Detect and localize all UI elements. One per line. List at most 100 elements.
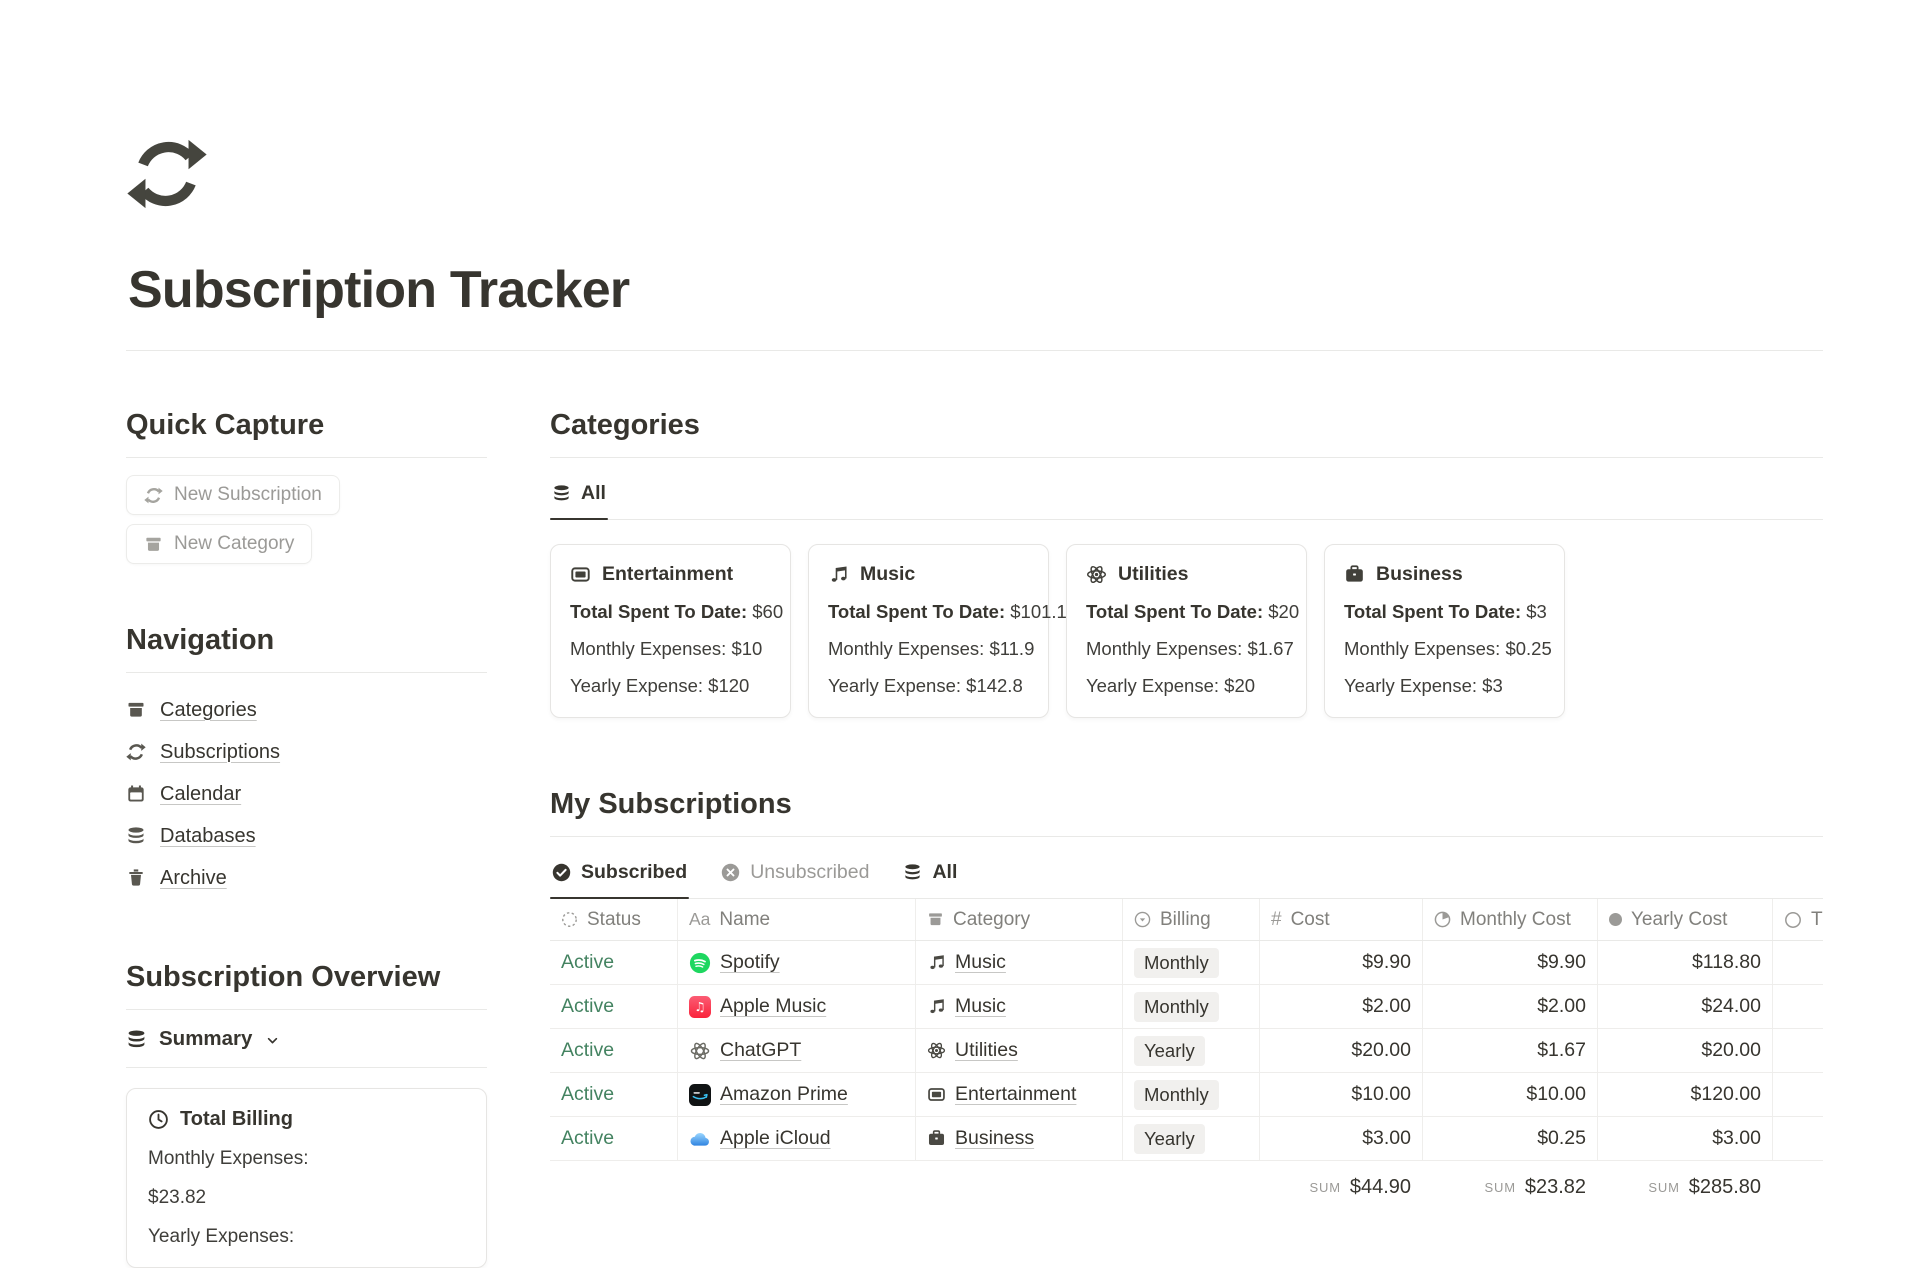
subscription-link[interactable]: ChatGPT — [720, 1039, 801, 1062]
category-link[interactable]: Entertainment — [955, 1083, 1076, 1106]
title-divider — [126, 350, 1823, 351]
trash-icon — [126, 868, 146, 888]
monthly-expenses-line: Monthly Expenses: $10 — [570, 638, 771, 660]
sidebar-item-archive[interactable]: Archive — [126, 857, 487, 899]
category-name: Entertainment — [602, 563, 733, 586]
column-header-monthly-cost[interactable]: Monthly Cost — [1422, 899, 1597, 940]
subscription-overview-title: Subscription Overview — [126, 961, 487, 1010]
subscription-link[interactable]: Amazon Prime — [720, 1083, 848, 1106]
column-header-name[interactable]: Aa Name — [677, 899, 915, 940]
yearly-cost-cell: $118.80 — [1597, 941, 1772, 984]
column-header-status[interactable]: Status — [550, 899, 677, 940]
total-billing-title: Total Billing — [180, 1108, 293, 1131]
sidebar-item-categories[interactable]: Categories — [126, 689, 487, 731]
refresh-icon — [126, 742, 146, 762]
tab-subscribed[interactable]: Subscribed — [550, 849, 689, 898]
truncated-cell — [1772, 1029, 1823, 1072]
briefcase-icon — [1344, 564, 1365, 585]
cost-cell: $10.00 — [1259, 1073, 1422, 1116]
tab-unsubscribed[interactable]: Unsubscribed — [719, 849, 871, 898]
cost-sum: SUM $44.90 — [1259, 1161, 1422, 1213]
status-badge: Active — [561, 951, 614, 974]
monthly-cost-cell: $10.00 — [1422, 1073, 1597, 1116]
check-circle-icon — [552, 863, 571, 882]
category-cell[interactable]: Business — [915, 1117, 1122, 1160]
left-sidebar: Quick Capture New Subscription New Categ… — [126, 409, 487, 1268]
chatgpt-icon — [689, 1040, 711, 1062]
navigation-list: Categories Subscriptions Calendar Databa… — [126, 689, 487, 899]
category-card-music[interactable]: Music Total Spent To Date: $101.1 Monthl… — [808, 544, 1049, 718]
yearly-cost-cell: $120.00 — [1597, 1073, 1772, 1116]
billing-tag[interactable]: Monthly — [1134, 948, 1219, 978]
text-type-icon: Aa — [689, 909, 710, 930]
subscription-link[interactable]: Spotify — [720, 951, 780, 974]
category-link[interactable]: Music — [955, 995, 1006, 1018]
database-icon — [126, 1029, 147, 1050]
billing-tag[interactable]: Yearly — [1134, 1036, 1205, 1066]
subscription-link[interactable]: Apple iCloud — [720, 1127, 831, 1150]
tab-all-categories[interactable]: All — [550, 470, 608, 519]
atom-icon — [927, 1041, 946, 1060]
nav-link-label: Archive — [160, 867, 227, 890]
column-header-yearly-cost[interactable]: Yearly Cost — [1597, 899, 1772, 940]
category-cell[interactable]: Entertainment — [915, 1073, 1122, 1116]
my-subscriptions-title: My Subscriptions — [550, 788, 1823, 837]
name-cell[interactable]: Apple iCloud — [677, 1117, 915, 1160]
truncated-cell — [1772, 985, 1823, 1028]
dashed-circle-icon — [561, 911, 578, 928]
category-card-utilities[interactable]: Utilities Total Spent To Date: $20 Month… — [1066, 544, 1307, 718]
name-cell[interactable]: Amazon Prime — [677, 1073, 915, 1116]
category-cell[interactable]: Music — [915, 941, 1122, 984]
music-note-icon — [927, 953, 946, 972]
total-spent-label: Total Spent To Date: — [570, 601, 747, 622]
billing-tag[interactable]: Monthly — [1134, 992, 1219, 1022]
new-subscription-button[interactable]: New Subscription — [126, 475, 340, 515]
nav-link-label: Databases — [160, 825, 256, 848]
table-row: Active ChatGPT Utilities Yearly $20.00 $… — [550, 1029, 1823, 1073]
column-header-cost[interactable]: # Cost — [1259, 899, 1422, 940]
column-header-billing[interactable]: Billing — [1122, 899, 1259, 940]
select-circle-icon — [1134, 911, 1151, 928]
archive-box-icon — [144, 535, 163, 554]
column-header-truncated[interactable]: T — [1772, 899, 1823, 940]
category-link[interactable]: Music — [955, 951, 1006, 974]
total-spent-value: $3 — [1526, 601, 1547, 622]
billing-tag[interactable]: Yearly — [1134, 1124, 1205, 1154]
sidebar-item-databases[interactable]: Databases — [126, 815, 487, 857]
name-cell[interactable]: ♫ Apple Music — [677, 985, 915, 1028]
category-link[interactable]: Utilities — [955, 1039, 1018, 1062]
truncated-cell — [1772, 1117, 1823, 1160]
table-row: Active Spotify Music Monthly $9.90 $9.90… — [550, 941, 1823, 985]
total-spent-label: Total Spent To Date: — [828, 601, 1005, 622]
name-cell[interactable]: ChatGPT — [677, 1029, 915, 1072]
filled-circle-icon — [1609, 913, 1622, 926]
total-spent-label: Total Spent To Date: — [1344, 601, 1521, 622]
category-name: Utilities — [1118, 563, 1188, 586]
category-card-business[interactable]: Business Total Spent To Date: $3 Monthly… — [1324, 544, 1565, 718]
category-name: Business — [1376, 563, 1463, 586]
category-cell[interactable]: Music — [915, 985, 1122, 1028]
categories-title: Categories — [550, 409, 1823, 458]
yearly-expense-line: Yearly Expense: $142.8 — [828, 675, 1029, 697]
category-card-entertainment[interactable]: Entertainment Total Spent To Date: $60 M… — [550, 544, 791, 718]
table-row: Active Apple iCloud Business Yearly $3.0… — [550, 1117, 1823, 1161]
total-spent-value: $60 — [752, 601, 783, 622]
total-spent-label: Total Spent To Date: — [1086, 601, 1263, 622]
subscriptions-table: Status Aa Name Category Billing — [550, 899, 1823, 1213]
table-header-row: Status Aa Name Category Billing — [550, 899, 1823, 941]
category-link[interactable]: Business — [955, 1127, 1034, 1150]
calendar-icon — [126, 784, 146, 804]
tab-all-subscriptions[interactable]: All — [901, 849, 959, 898]
summary-view-dropdown[interactable]: Summary — [126, 1010, 487, 1068]
billing-tag[interactable]: Monthly — [1134, 1080, 1219, 1110]
name-cell[interactable]: Spotify — [677, 941, 915, 984]
tab-label: All — [932, 861, 957, 884]
yearly-expense-line: Yearly Expense: $120 — [570, 675, 771, 697]
column-header-category[interactable]: Category — [915, 899, 1122, 940]
yearly-cost-cell: $3.00 — [1597, 1117, 1772, 1160]
new-category-button[interactable]: New Category — [126, 524, 312, 564]
category-cell[interactable]: Utilities — [915, 1029, 1122, 1072]
sidebar-item-subscriptions[interactable]: Subscriptions — [126, 731, 487, 773]
sidebar-item-calendar[interactable]: Calendar — [126, 773, 487, 815]
subscription-link[interactable]: Apple Music — [720, 995, 826, 1018]
